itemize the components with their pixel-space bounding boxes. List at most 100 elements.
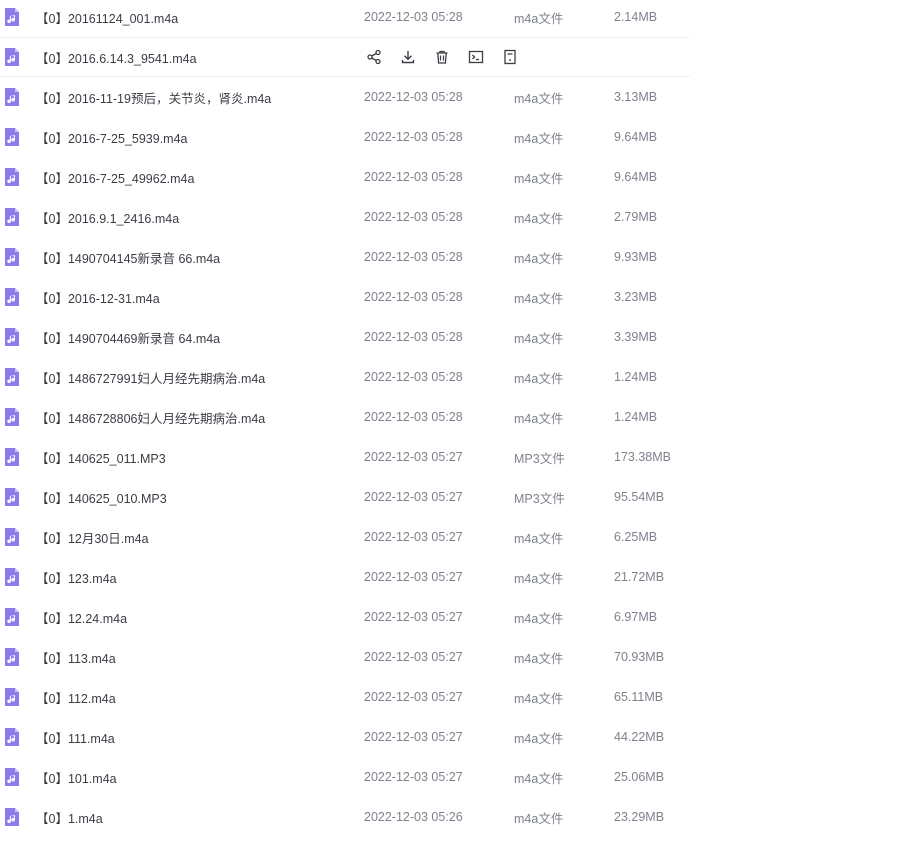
file-name[interactable]: 【0】112.m4a — [36, 688, 116, 707]
audio-file-icon — [4, 247, 20, 267]
file-row[interactable]: 【0】2016-7-25_49962.m4a 2022-12-03 05:28 m4… — [0, 157, 690, 197]
audio-file-icon — [4, 367, 20, 387]
file-size: 9.64MB — [614, 130, 658, 144]
file-row[interactable]: 【0】1486727991妇人月经先期病治.m4a 2022-12-03 05:2… — [0, 357, 690, 397]
file-date: 2022-12-03 05:27 — [364, 690, 463, 704]
file-type: m4a文件 — [514, 11, 564, 26]
file-row[interactable]: 【0】2016.9.1_2416.m4a 2022-12-03 05:28 m4a文… — [0, 197, 690, 237]
file-name[interactable]: 【0】2016-12-31.m4a — [36, 288, 160, 307]
file-date: 2022-12-03 05:27 — [364, 610, 463, 624]
file-size: 9.64MB — [614, 170, 658, 184]
more-icon[interactable] — [500, 48, 519, 67]
file-name[interactable]: 【0】2016-11-19预后，关节炎，肾炎.m4a — [36, 88, 271, 107]
file-type: m4a文件 — [514, 211, 564, 226]
file-name[interactable]: 【0】1.m4a — [36, 808, 103, 827]
file-size: 21.72MB — [614, 570, 665, 584]
file-name[interactable]: 【0】1490704145新录音 66.m4a — [36, 248, 220, 267]
file-type: m4a文件 — [514, 731, 564, 746]
file-row[interactable]: 【0】1.m4a 2022-12-03 05:26 m4a文件 23.29MB — [0, 797, 690, 837]
file-row[interactable]: 【0】111.m4a 2022-12-03 05:27 m4a文件 44.22MB — [0, 717, 690, 757]
file-row[interactable]: 【0】12月30日.m4a 2022-12-03 05:27 m4a文件 6.25MB — [0, 517, 690, 557]
file-name[interactable]: 【0】123.m4a — [36, 568, 117, 587]
file-row[interactable]: 【0】140625_011.MP3 2022-12-03 05:27 MP3文件 17… — [0, 437, 690, 477]
terminal-icon[interactable] — [466, 48, 485, 67]
file-name[interactable]: 【0】113.m4a — [36, 648, 116, 667]
file-row[interactable]: 【0】112.m4a 2022-12-03 05:27 m4a文件 65.11MB — [0, 677, 690, 717]
share-icon[interactable] — [364, 48, 383, 67]
audio-file-icon — [4, 727, 20, 747]
file-type: m4a文件 — [514, 371, 564, 386]
audio-file-icon — [4, 167, 20, 187]
file-date: 2022-12-03 05:27 — [364, 530, 463, 544]
file-date: 2022-12-03 05:28 — [364, 90, 463, 104]
file-name[interactable]: 【0】101.m4a — [36, 768, 117, 787]
file-row[interactable]: 【0】2016.6.14.3_9541.m4a — [0, 37, 690, 77]
audio-file-icon — [4, 647, 20, 667]
file-size: 25.06MB — [614, 770, 665, 784]
file-type: m4a文件 — [514, 91, 564, 106]
file-row[interactable]: 【0】2016-7-25_5939.m4a 2022-12-03 05:28 m4a… — [0, 117, 690, 157]
file-date: 2022-12-03 05:28 — [364, 130, 463, 144]
file-name[interactable]: 【0】140625_010.MP3 — [36, 488, 167, 507]
file-name[interactable]: 【0】1490704469新录音 64.m4a — [36, 328, 220, 347]
file-date: 2022-12-03 05:28 — [364, 410, 463, 424]
file-name[interactable]: 【0】1486727991妇人月经先期病治.m4a — [36, 368, 265, 387]
audio-file-icon — [4, 447, 20, 467]
file-type: m4a文件 — [514, 571, 564, 586]
file-date: 2022-12-03 05:28 — [364, 290, 463, 304]
audio-file-icon — [4, 207, 20, 227]
delete-icon[interactable] — [432, 48, 451, 67]
file-name[interactable]: 【0】2016-7-25_49962.m4a — [36, 168, 194, 187]
file-date: 2022-12-03 05:28 — [364, 170, 463, 184]
file-type: MP3文件 — [514, 451, 565, 466]
file-size: 3.23MB — [614, 290, 658, 304]
file-row[interactable]: 【0】2016-12-31.m4a 2022-12-03 05:28 m4a文件 3.… — [0, 277, 690, 317]
file-name[interactable]: 【0】2016.6.14.3_9541.m4a — [36, 48, 197, 67]
file-size: 70.93MB — [614, 650, 665, 664]
file-type: m4a文件 — [514, 531, 564, 546]
file-date: 2022-12-03 05:27 — [364, 570, 463, 584]
audio-file-icon — [4, 407, 20, 427]
file-row[interactable]: 【0】2016-11-19预后，关节炎，肾炎.m4a 2022-12-03 05:… — [0, 77, 690, 117]
file-date: 2022-12-03 05:28 — [364, 330, 463, 344]
file-type: m4a文件 — [514, 171, 564, 186]
file-row[interactable]: 【0】140625_010.MP3 2022-12-03 05:27 MP3文件 95… — [0, 477, 690, 517]
file-date: 2022-12-03 05:27 — [364, 770, 463, 784]
file-type: m4a文件 — [514, 291, 564, 306]
file-row[interactable]: 【0】1490704469新录音 64.m4a 2022-12-03 05:28 m… — [0, 317, 690, 357]
file-size: 6.25MB — [614, 530, 658, 544]
file-row[interactable]: 【0】20161124_001.m4a 2022-12-03 05:28 m4a文件… — [0, 0, 690, 37]
file-date: 2022-12-03 05:27 — [364, 730, 463, 744]
file-list: 【0】20161124_001.m4a 2022-12-03 05:28 m4a文件… — [0, 0, 900, 842]
file-size: 2.79MB — [614, 210, 658, 224]
download-icon[interactable] — [398, 48, 417, 67]
audio-file-icon — [4, 287, 20, 307]
audio-file-icon — [4, 87, 20, 107]
file-date: 2022-12-03 05:28 — [364, 210, 463, 224]
file-name[interactable]: 【0】140625_011.MP3 — [36, 448, 166, 467]
file-row[interactable]: 【0】12.24.m4a 2022-12-03 05:27 m4a文件 6.97MB — [0, 597, 690, 637]
file-type: m4a文件 — [514, 651, 564, 666]
file-size: 1.24MB — [614, 370, 658, 384]
file-name[interactable]: 【0】12.24.m4a — [36, 608, 127, 627]
file-size: 1.24MB — [614, 410, 658, 424]
file-row[interactable]: 【0】1490704145新录音 66.m4a 2022-12-03 05:28 m… — [0, 237, 690, 277]
file-name[interactable]: 【0】12月30日.m4a — [36, 528, 149, 547]
audio-file-icon — [4, 487, 20, 507]
audio-file-icon — [4, 527, 20, 547]
file-row[interactable]: 【0】1486728806妇人月经先期病治.m4a 2022-12-03 05:2… — [0, 397, 690, 437]
file-row[interactable]: 【0】101.m4a 2022-12-03 05:27 m4a文件 25.06MB — [0, 757, 690, 797]
file-name[interactable]: 【0】2016-7-25_5939.m4a — [36, 128, 188, 147]
file-row[interactable]: 【0】123.m4a 2022-12-03 05:27 m4a文件 21.72MB — [0, 557, 690, 597]
file-name[interactable]: 【0】1486728806妇人月经先期病治.m4a — [36, 408, 265, 427]
audio-file-icon — [4, 47, 20, 67]
file-name[interactable]: 【0】20161124_001.m4a — [36, 8, 178, 27]
file-size: 173.38MB — [614, 450, 671, 464]
file-type: m4a文件 — [514, 331, 564, 346]
file-name[interactable]: 【0】2016.9.1_2416.m4a — [36, 208, 179, 227]
file-date: 2022-12-03 05:28 — [364, 10, 463, 24]
file-row[interactable]: 【0】113.m4a 2022-12-03 05:27 m4a文件 70.93MB — [0, 637, 690, 677]
file-name[interactable]: 【0】111.m4a — [36, 728, 115, 747]
file-size: 95.54MB — [614, 490, 665, 504]
file-date: 2022-12-03 05:27 — [364, 490, 463, 504]
